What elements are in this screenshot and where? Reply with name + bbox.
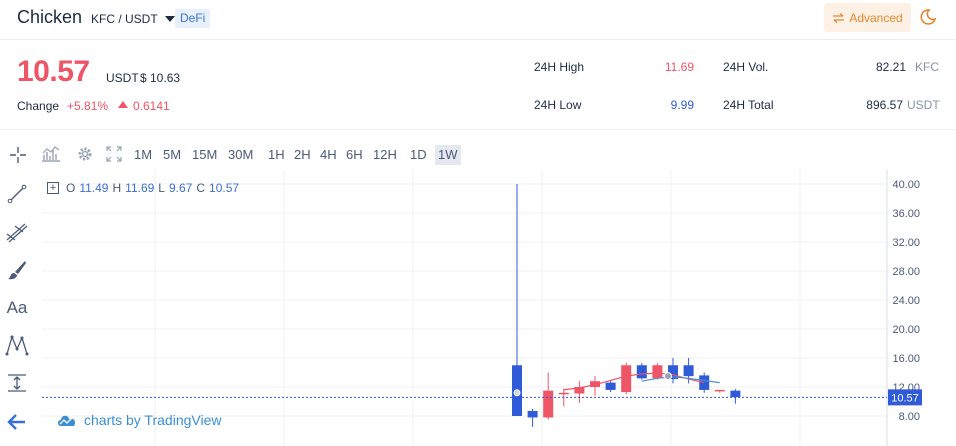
tool-text[interactable]: Aa xyxy=(5,296,29,320)
y-tick-label: 8.00 xyxy=(899,411,920,423)
interval-15m[interactable]: 15M xyxy=(189,145,220,165)
tool-measure[interactable] xyxy=(5,371,29,395)
ohlc-legend: + O 11.49 H 11.69 L 9.67 C 10.57 xyxy=(47,181,239,195)
last-price-label: 10.57 xyxy=(891,392,919,404)
measure-icon xyxy=(8,374,26,392)
change-absolute: 0.6141 xyxy=(133,99,170,113)
volume-unit: KFC xyxy=(915,60,939,74)
volume-value: 82.21 xyxy=(875,60,906,74)
price-fiat: $ 10.63 xyxy=(140,71,181,85)
interval-1d[interactable]: 1D xyxy=(407,145,430,165)
high-label: 24H High xyxy=(534,60,585,74)
y-tick-label: 16.00 xyxy=(892,353,920,365)
tool-back[interactable] xyxy=(5,410,29,434)
interval-12h[interactable]: 12H xyxy=(370,145,400,165)
chevron-down-icon xyxy=(164,16,175,22)
y-tick-label: 36.00 xyxy=(892,208,920,220)
fib-icon xyxy=(6,223,28,243)
interval-1m[interactable]: 1M xyxy=(131,145,155,165)
candle-body xyxy=(543,390,554,418)
y-tick-label: 32.00 xyxy=(892,237,920,249)
last-price: 10.57 xyxy=(17,55,90,88)
interval-5m[interactable]: 5M xyxy=(160,145,184,165)
y-tick-label: 24.00 xyxy=(892,295,920,307)
ohlc-close: 10.57 xyxy=(209,181,240,195)
candle-body xyxy=(621,365,632,393)
ohlc-high: 11.69 xyxy=(125,181,155,195)
expand-icon[interactable]: + xyxy=(47,182,59,194)
low-label: 24H Low xyxy=(534,98,582,112)
candle-body xyxy=(714,389,725,392)
ohlc-o-label: O xyxy=(66,181,76,195)
fullscreen-icon[interactable] xyxy=(104,145,124,163)
pair-selector[interactable]: KFC / USDT xyxy=(91,12,175,26)
back-arrow-icon xyxy=(7,414,25,430)
ohlc-open: 11.49 xyxy=(79,181,109,195)
marker-dot xyxy=(513,389,521,397)
y-tick-label: 28.00 xyxy=(892,266,920,278)
pair-label: KFC / USDT xyxy=(91,12,158,26)
advanced-label: Advanced xyxy=(849,10,903,25)
ohlc-c-label: C xyxy=(196,181,206,195)
candle-body xyxy=(652,365,663,379)
pattern-icon xyxy=(5,335,29,356)
section-divider xyxy=(0,129,956,130)
tool-fib[interactable] xyxy=(5,220,29,244)
watermark-text: charts by TradingView xyxy=(84,412,222,428)
settings-icon[interactable] xyxy=(75,145,95,163)
candle-body xyxy=(730,390,741,398)
interval-6h[interactable]: 6H xyxy=(343,145,366,165)
price-unit: USDT xyxy=(106,71,139,85)
top-bar: Chicken KFC / USDT DeFi Advanced xyxy=(0,0,956,40)
y-tick-label: 20.00 xyxy=(892,324,920,336)
ohlc-low: 9.67 xyxy=(168,181,193,195)
cloud-icon xyxy=(58,415,76,426)
trend-line-icon xyxy=(7,184,27,204)
triangle-up-icon xyxy=(118,101,128,108)
crosshair-icon[interactable] xyxy=(8,146,28,164)
ohlc-l-label: L xyxy=(158,181,165,195)
marker-dot xyxy=(664,372,672,381)
high-value: 11.69 xyxy=(664,60,694,74)
candle-body xyxy=(558,392,569,395)
category-badge: DeFi xyxy=(175,9,211,28)
change-percent: +5.81% xyxy=(67,99,109,113)
swap-icon xyxy=(833,12,845,23)
tool-pattern[interactable] xyxy=(5,333,29,357)
moon-icon[interactable] xyxy=(918,7,938,27)
advanced-button[interactable]: Advanced xyxy=(824,3,911,32)
candle-body xyxy=(605,382,616,390)
interval-1h[interactable]: 1H xyxy=(265,145,288,165)
candle-body xyxy=(527,410,538,418)
interval-2h[interactable]: 2H xyxy=(291,145,314,165)
text-tool-label: Aa xyxy=(6,298,28,317)
indicators-icon[interactable] xyxy=(41,145,61,163)
total-label: 24H Total xyxy=(723,98,774,112)
brush-icon xyxy=(8,261,26,280)
interval-1w[interactable]: 1W xyxy=(435,145,461,165)
change-label: Change xyxy=(17,99,60,113)
interval-30m[interactable]: 30M xyxy=(225,145,256,165)
volume-label: 24H Vol. xyxy=(723,60,769,74)
tradingview-watermark[interactable]: charts by TradingView xyxy=(56,412,221,428)
total-unit: USDT xyxy=(907,98,940,112)
tool-brush[interactable] xyxy=(5,258,29,282)
low-value: 9.99 xyxy=(670,98,694,112)
tool-trend-line[interactable] xyxy=(5,182,29,206)
price-chart[interactable]: 40.0036.0032.0028.0024.0020.0016.0012.00… xyxy=(42,170,956,446)
candle-body xyxy=(636,365,647,379)
coin-name: Chicken xyxy=(17,7,83,27)
ohlc-h-label: H xyxy=(112,181,122,195)
interval-4h[interactable]: 4H xyxy=(317,145,340,165)
candle-body xyxy=(683,365,694,377)
total-value: 896.57 xyxy=(866,98,903,112)
y-tick-label: 40.00 xyxy=(892,179,920,191)
